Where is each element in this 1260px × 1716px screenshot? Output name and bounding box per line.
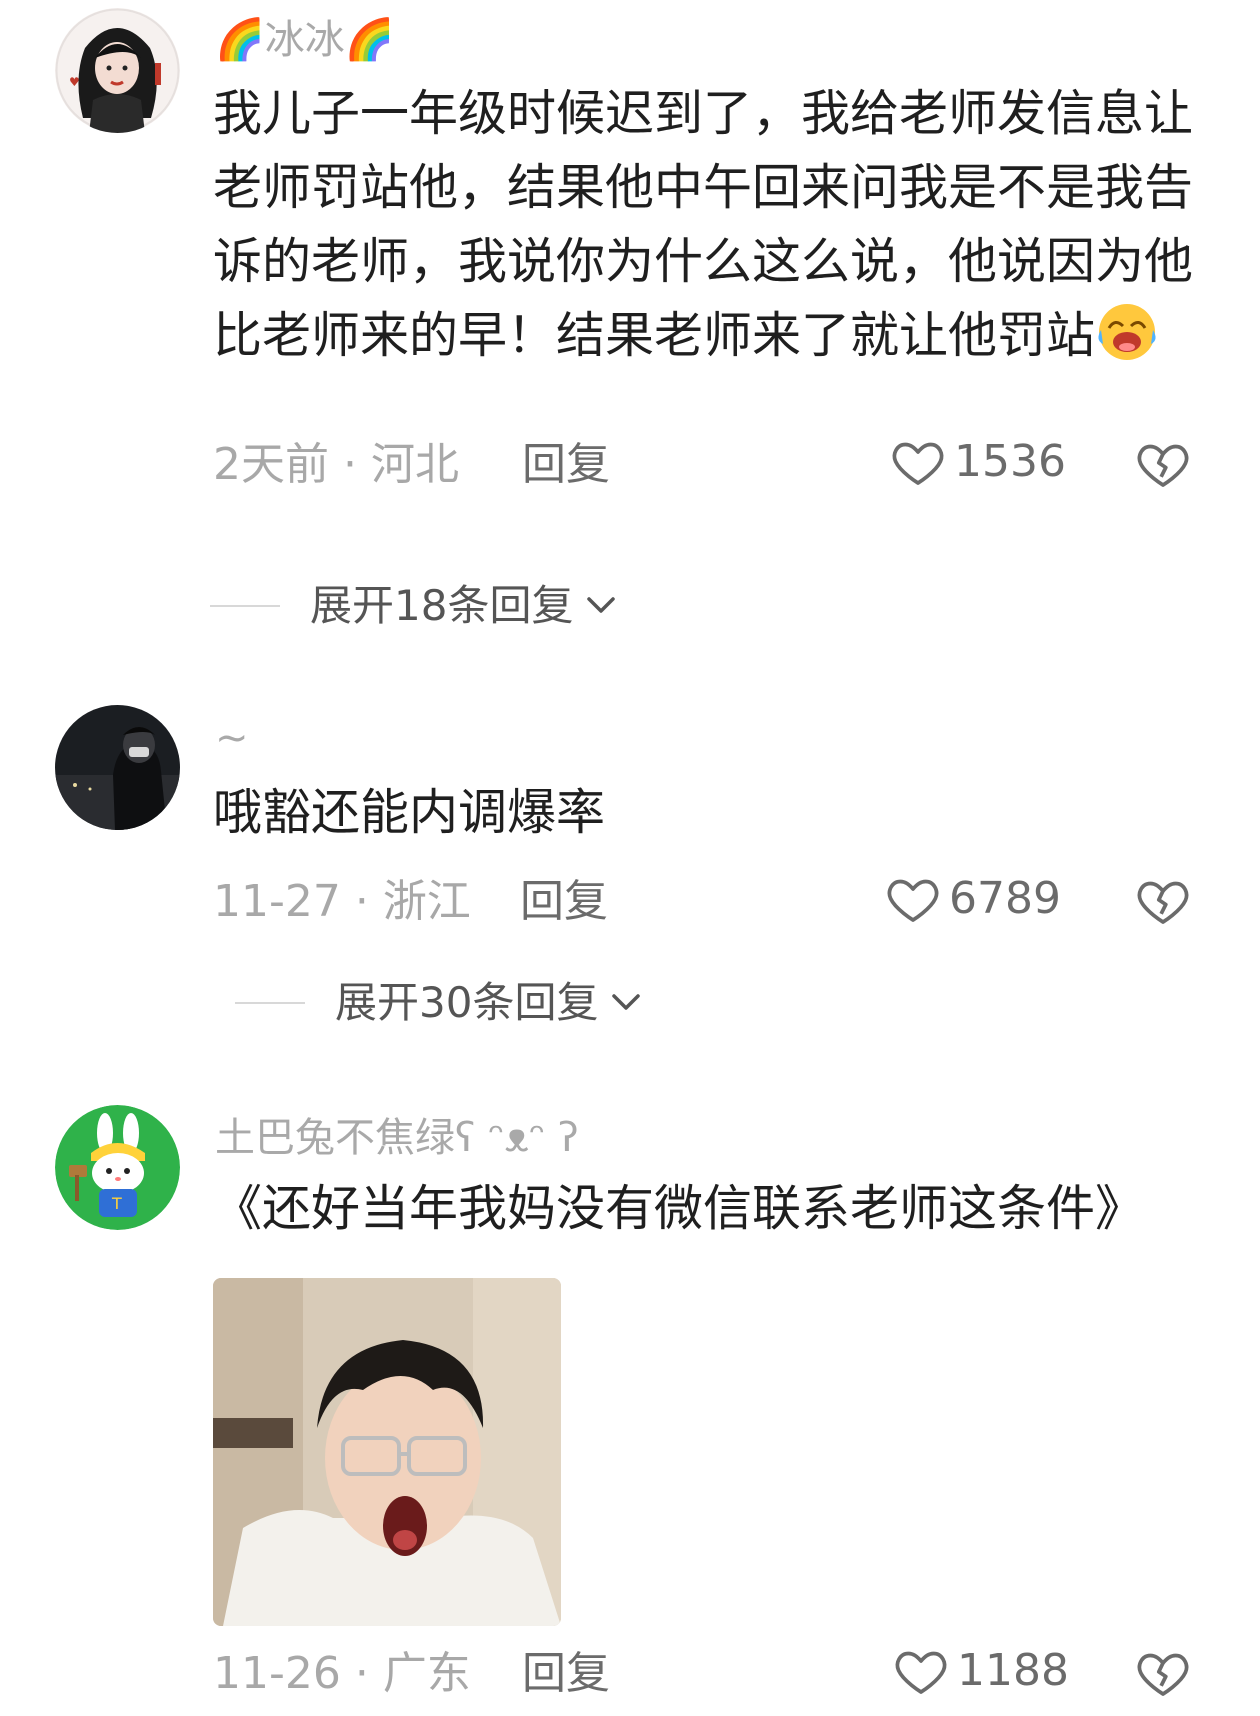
expand-replies-label: 展开30条回复 [335, 978, 599, 1027]
svg-text:T: T [111, 1194, 122, 1213]
laugh-cry-emoji-icon [1098, 304, 1156, 360]
heart-icon [895, 1651, 947, 1694]
heart-icon [892, 442, 944, 485]
time-location: 11-26 · 广东 [213, 1648, 471, 1699]
chevron-down-icon [587, 597, 616, 613]
time-location: 2天前 · 河北 [213, 439, 459, 490]
user-avatar[interactable]: T [55, 1105, 180, 1230]
username[interactable]: 土巴兔不焦绿ʕ ᵔᴥᵔ ʔ [215, 1118, 579, 1158]
username[interactable]: ~ [215, 718, 249, 758]
broken-heart-icon [1137, 881, 1189, 924]
comment-text-body: 我儿子一年级时候迟到了，我给老师发信息让老师罚站他，结果他中午回来问我是不是我告… [213, 85, 1194, 364]
broken-heart-icon [1137, 1653, 1189, 1696]
avatar-girl-illustration-icon: ♥ [55, 8, 180, 133]
dislike-button[interactable] [1135, 873, 1191, 933]
like-count: 1536 [954, 436, 1066, 487]
expand-replies-button[interactable]: 展开30条回复 [235, 982, 646, 1024]
time-location: 11-27 · 浙江 [213, 876, 471, 927]
user-avatar[interactable] [55, 705, 180, 830]
like-button[interactable]: 1536 [890, 434, 1066, 490]
divider-line [210, 605, 280, 607]
reply-button[interactable]: 回复 [520, 880, 608, 924]
like-count: 6789 [949, 873, 1061, 924]
reply-button[interactable]: 回复 [522, 1652, 610, 1696]
dislike-button[interactable] [1135, 436, 1191, 496]
avatar-night-photo-icon [55, 705, 180, 830]
screaming-person-photo-icon [213, 1278, 561, 1626]
dislike-button[interactable] [1135, 1645, 1191, 1705]
avatar-rabbit-mascot-icon: T [55, 1105, 180, 1230]
comment-image[interactable] [213, 1278, 561, 1626]
expand-replies-button[interactable]: 展开18条回复 [210, 585, 621, 627]
like-count: 1188 [957, 1645, 1069, 1696]
chevron-down-icon [612, 994, 641, 1010]
username[interactable]: 🌈冰冰🌈 [215, 20, 395, 60]
comment-text: 我儿子一年级时候迟到了，我给老师发信息让老师罚站他，结果他中午回来问我是不是我告… [213, 77, 1203, 373]
reply-button[interactable]: 回复 [522, 443, 610, 487]
like-button[interactable]: 1188 [893, 1643, 1069, 1699]
expand-replies-label: 展开18条回复 [310, 581, 574, 630]
svg-text:♥: ♥ [69, 75, 80, 89]
comment-text: 哦豁还能内调爆率 [213, 784, 606, 841]
user-avatar[interactable]: ♥ [55, 8, 180, 133]
comment-text: 《还好当年我妈没有微信联系老师这条件》 [213, 1180, 1145, 1237]
heart-icon [887, 879, 939, 922]
broken-heart-icon [1137, 444, 1189, 487]
like-button[interactable]: 6789 [885, 871, 1061, 927]
divider-line [235, 1002, 305, 1004]
